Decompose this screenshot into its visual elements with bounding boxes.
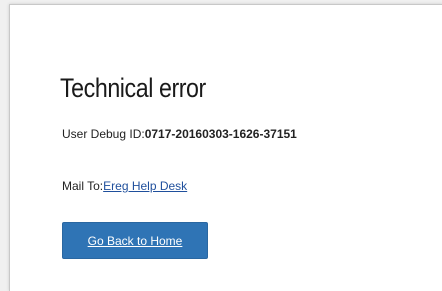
back-to-home-button[interactable]: Go Back to Home <box>62 222 208 259</box>
help-desk-link[interactable]: Ereg Help Desk <box>103 179 187 193</box>
debug-id-line: User Debug ID:0717-20160303-1626-37151 <box>62 127 297 141</box>
debug-id-value: 0717-20160303-1626-37151 <box>144 127 297 141</box>
debug-id-label: User Debug ID: <box>62 127 145 141</box>
error-panel: Technical error User Debug ID:0717-20160… <box>9 4 442 291</box>
mail-to-label: Mail To: <box>62 179 104 193</box>
page-title: Technical error <box>60 73 206 103</box>
mail-to-line: Mail To:Ereg Help Desk <box>62 179 187 193</box>
